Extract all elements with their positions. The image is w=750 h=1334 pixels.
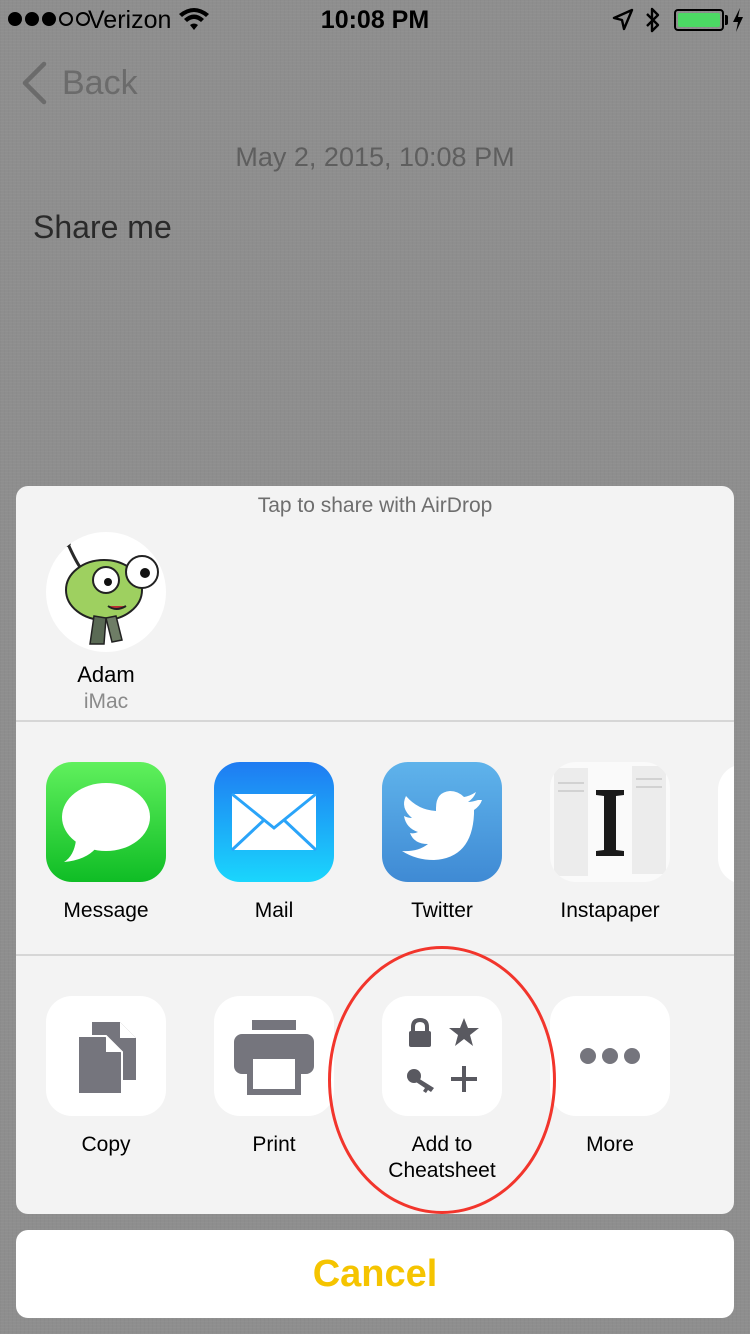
action-label: Copy bbox=[81, 1133, 131, 1156]
back-label: Back bbox=[62, 63, 138, 102]
avatar bbox=[46, 532, 166, 652]
status-bar: Verizon 10:08 PM bbox=[0, 0, 750, 40]
action-print[interactable]: Print bbox=[199, 996, 349, 1158]
share-app-mail[interactable]: Mail bbox=[199, 762, 349, 924]
share-app-twitter[interactable]: Twitter bbox=[367, 762, 517, 924]
share-app-label: Mail bbox=[254, 899, 294, 922]
share-app-label: Instapaper bbox=[560, 899, 660, 922]
share-app-partial[interactable] bbox=[718, 764, 734, 884]
action-label: Print bbox=[252, 1133, 296, 1156]
more-icon bbox=[550, 996, 670, 1116]
action-label: More bbox=[586, 1133, 634, 1156]
note-text: Share me bbox=[33, 209, 172, 245]
share-app-instapaper[interactable]: Instapaper bbox=[535, 762, 685, 924]
divider bbox=[16, 720, 734, 722]
airdrop-device-name: Adam bbox=[77, 662, 135, 687]
highlight-circle bbox=[328, 946, 556, 1214]
clock: 10:08 PM bbox=[320, 6, 430, 34]
share-app-message[interactable]: Message bbox=[31, 762, 181, 924]
copy-icon bbox=[46, 996, 166, 1116]
cancel-button[interactable]: Cancel bbox=[16, 1230, 734, 1318]
action-more[interactable]: More bbox=[535, 996, 685, 1158]
instapaper-icon bbox=[550, 762, 670, 882]
message-icon bbox=[46, 762, 166, 882]
airdrop-title: Tap to share with AirDrop bbox=[257, 494, 493, 517]
bluetooth-icon bbox=[646, 7, 660, 33]
battery-icon bbox=[674, 9, 724, 31]
note-date: May 2, 2015, 10:08 PM bbox=[235, 142, 515, 172]
divider bbox=[16, 954, 734, 956]
twitter-icon bbox=[382, 762, 502, 882]
battery-tip bbox=[725, 15, 728, 25]
charging-icon bbox=[733, 8, 743, 32]
action-copy[interactable]: Copy bbox=[31, 996, 181, 1158]
print-icon bbox=[214, 996, 334, 1116]
back-button[interactable]: Back bbox=[20, 60, 138, 106]
chevron-left-icon bbox=[22, 61, 47, 105]
share-app-label: Message bbox=[63, 899, 149, 922]
airdrop-device[interactable]: Adam iMac bbox=[46, 532, 166, 714]
airdrop-device-type: iMac bbox=[83, 690, 129, 713]
mail-icon bbox=[214, 762, 334, 882]
share-app-label: Twitter bbox=[411, 899, 473, 922]
location-icon bbox=[612, 8, 634, 31]
